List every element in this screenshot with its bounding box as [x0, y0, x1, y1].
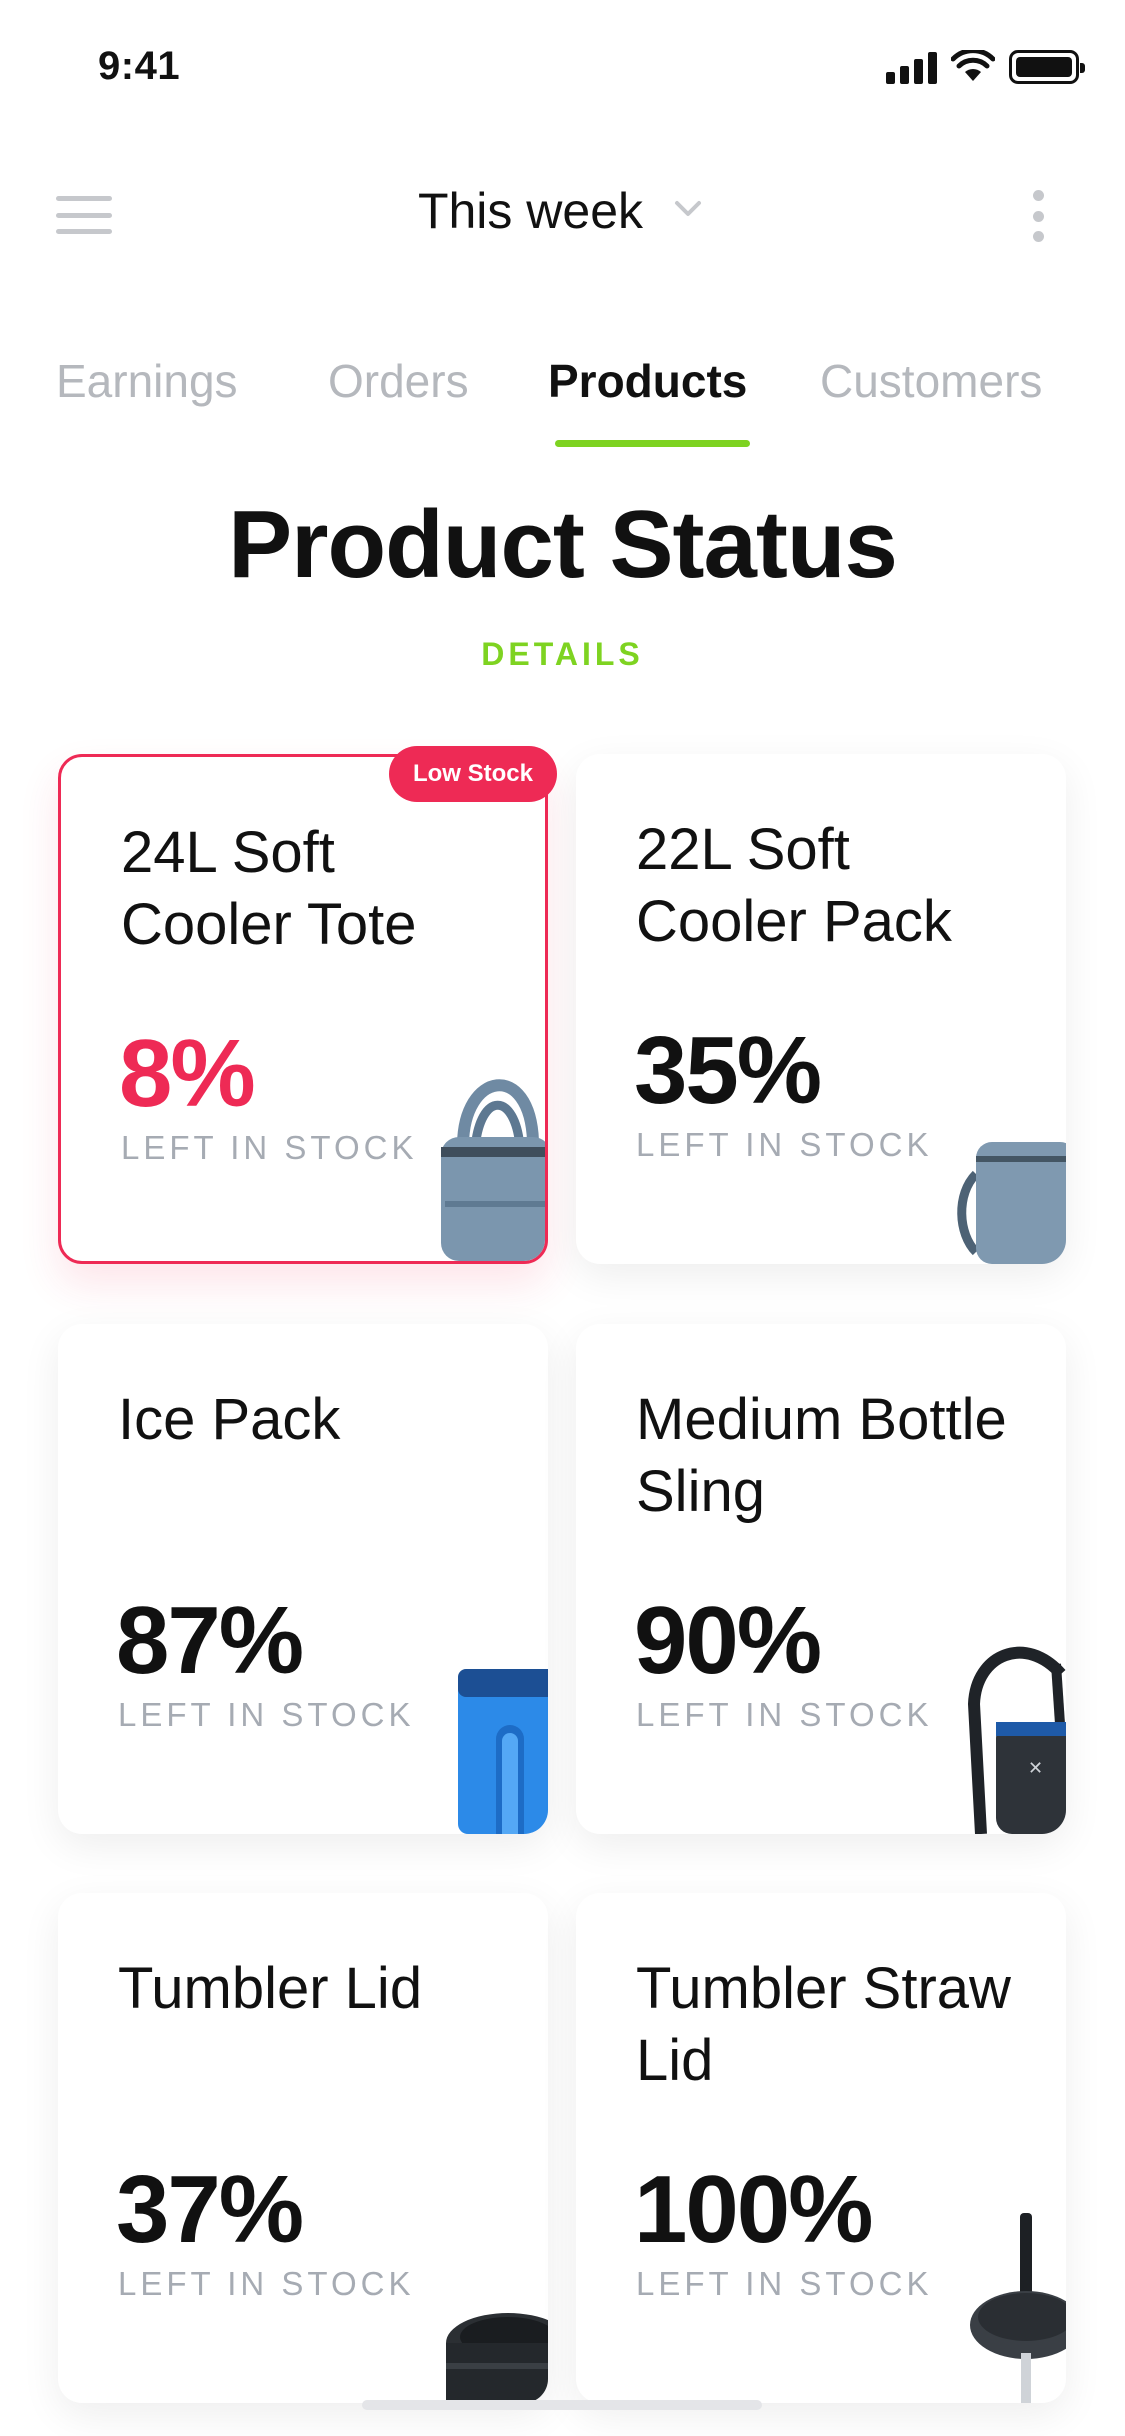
stock-label: LEFT IN STOCK [636, 1696, 933, 1733]
chevron-down-icon [675, 201, 702, 216]
product-card[interactable]: Tumbler Lid 37% LEFT IN STOCK [58, 1893, 548, 2403]
product-card[interactable]: 24L Soft Cooler Tote 8% LEFT IN STOCK [58, 754, 548, 1264]
svg-text:✕: ✕ [1028, 1758, 1043, 1779]
tab-products[interactable]: Products [548, 354, 747, 408]
tab-bar: Earnings Orders Products Customers [0, 354, 1125, 454]
ice-pack-image [458, 1669, 548, 1834]
product-name: 22L Soft Cooler Pack [636, 817, 952, 954]
period-selector[interactable]: This week [0, 182, 1125, 240]
stock-label: LEFT IN STOCK [636, 1126, 933, 1163]
product-name: Tumbler Straw Lid [636, 1956, 1011, 2093]
status-bar: 9:41 [0, 0, 1125, 140]
page-title: Product Status [228, 491, 898, 598]
tumbler-lid-image [446, 2313, 548, 2403]
status-icons [886, 50, 1085, 84]
stock-percent: 100% [634, 2156, 874, 2263]
cooler-tote-image [441, 1079, 545, 1261]
home-indicator [362, 2400, 762, 2410]
stock-label: LEFT IN STOCK [636, 2265, 933, 2302]
tab-orders[interactable]: Orders [328, 354, 469, 408]
low-stock-badge: Low Stock [389, 746, 557, 802]
stock-percent: 35% [634, 1017, 822, 1124]
battery-icon [1009, 50, 1085, 84]
bottle-sling-image: ✕ [967, 1646, 1066, 1834]
active-tab-indicator [555, 440, 750, 447]
stock-percent: 90% [634, 1587, 822, 1694]
product-card[interactable]: Medium Bottle Sling 90% LEFT IN STOCK ✕ [576, 1324, 1066, 1834]
straw-lid-image [970, 2213, 1066, 2403]
tab-earnings[interactable]: Earnings [56, 354, 238, 408]
stock-percent: 87% [116, 1587, 304, 1694]
cellular-signal-icon [886, 50, 937, 84]
stock-label: LEFT IN STOCK [121, 1129, 418, 1166]
product-name: 24L Soft Cooler Tote [121, 820, 417, 957]
product-card[interactable]: Ice Pack 87% LEFT IN STOCK [58, 1324, 548, 1834]
product-name: Ice Pack [118, 1387, 341, 1452]
tab-customers[interactable]: Customers [820, 354, 1042, 408]
product-card[interactable]: Tumbler Straw Lid 100% LEFT IN STOCK [576, 1893, 1066, 2403]
cooler-pack-image [957, 1142, 1066, 1264]
product-name: Tumbler Lid [118, 1956, 423, 2021]
product-name: Medium Bottle Sling [636, 1387, 1007, 1524]
stock-label: LEFT IN STOCK [118, 1696, 415, 1733]
status-time: 9:41 [98, 44, 181, 88]
details-link[interactable]: DETAILS [0, 636, 1125, 673]
stock-percent: 37% [116, 2156, 304, 2263]
stock-percent: 8% [119, 1020, 256, 1127]
stock-label: LEFT IN STOCK [118, 2265, 415, 2302]
period-label: This week [417, 183, 644, 239]
product-card[interactable]: 22L Soft Cooler Pack 35% LEFT IN STOCK [576, 754, 1066, 1264]
more-options-icon[interactable] [1033, 190, 1045, 242]
wifi-icon [951, 50, 995, 81]
